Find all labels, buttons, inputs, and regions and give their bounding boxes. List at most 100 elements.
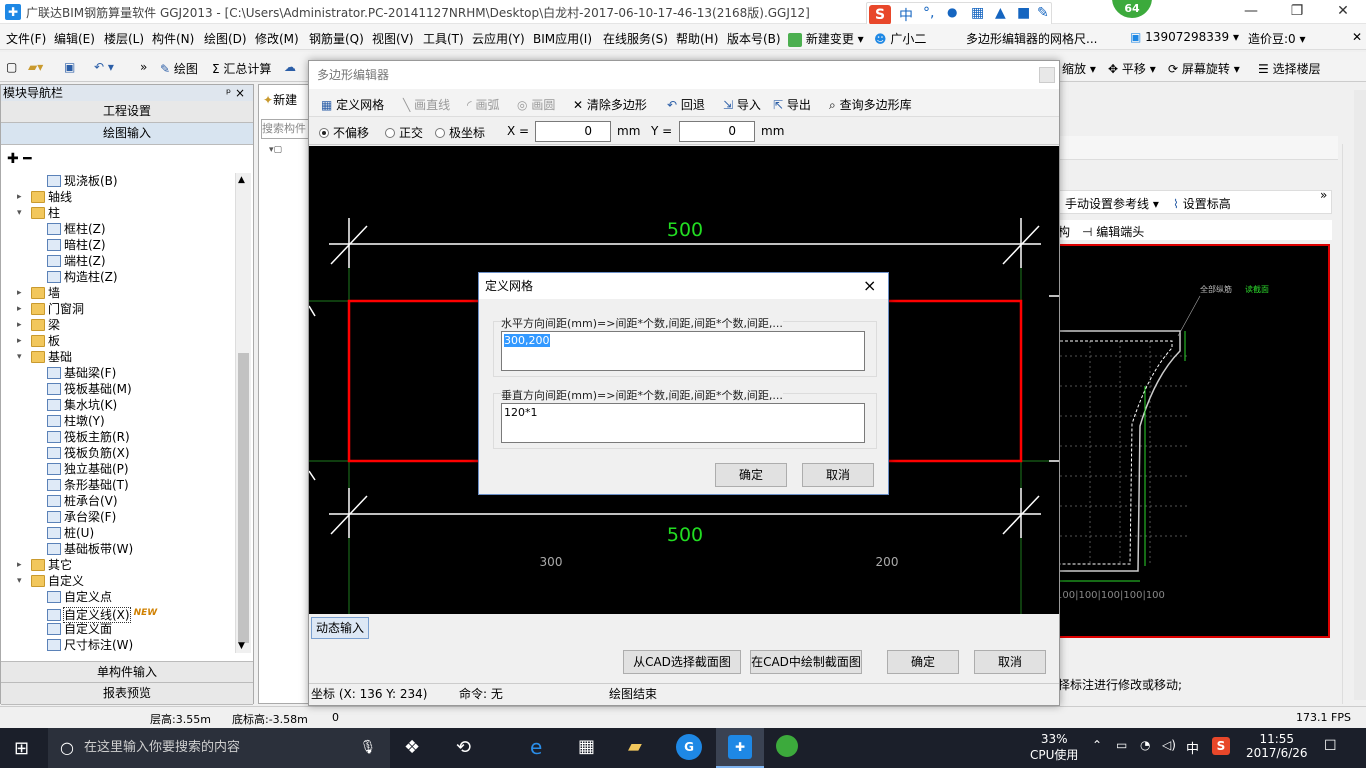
rotate-button[interactable]: ⟳ 屏幕旋转 ▾	[1168, 60, 1240, 77]
tree-item[interactable]: 自定义面	[47, 621, 112, 637]
draw-circle-button[interactable]: ◎ 画圆	[517, 96, 555, 113]
far-right-scrollbar[interactable]	[1354, 90, 1366, 700]
tree-item[interactable]: 自定义点	[47, 589, 112, 605]
expander-icon[interactable]: ▸	[17, 557, 22, 573]
wifi-icon[interactable]: ◔	[1140, 738, 1150, 752]
menu-version[interactable]: 版本号(B)	[727, 30, 781, 47]
component-search-input[interactable]: 搜索构件	[261, 119, 315, 139]
tree-item[interactable]: 桩(U)	[47, 525, 94, 541]
tree-item[interactable]: 基础梁(F)	[47, 365, 116, 381]
taskbar-search-input[interactable]: ○ 在这里输入你要搜索的内容 🎙	[48, 728, 390, 768]
maximize-button[interactable]: ❐	[1274, 0, 1320, 24]
edge-browser-icon[interactable]: e	[530, 735, 542, 759]
tree-item[interactable]: ▸ 墙	[17, 285, 60, 301]
tree-item[interactable]: ▸ 板	[17, 333, 60, 349]
manual-ref-button[interactable]: 手动设置参考线 ▾	[1065, 195, 1159, 212]
tree-item[interactable]: ▸ 门窗洞	[17, 301, 84, 317]
toolbar-overflow-icon[interactable]: »	[140, 60, 147, 74]
tree-item[interactable]: 独立基础(P)	[47, 461, 129, 477]
expander-icon[interactable]: ▾	[17, 205, 22, 221]
tree-item[interactable]: 筏板负筋(X)	[47, 445, 130, 461]
menu-modify[interactable]: 修改(M)	[255, 30, 299, 47]
menu-view[interactable]: 视图(V)	[372, 30, 414, 47]
menu-help[interactable]: 帮助(H)	[676, 30, 718, 47]
tree-scrollbar[interactable]: ▲ ▼	[235, 173, 251, 653]
tray-arrow-icon[interactable]: ⌃	[1092, 738, 1102, 752]
windows-start-icon[interactable]: ⊞	[14, 738, 29, 759]
draw-in-cad-button[interactable]: 在CAD中绘制截面图	[750, 650, 862, 674]
polygon-editor-close-button[interactable]	[1039, 67, 1055, 83]
store-icon[interactable]: ▦	[578, 736, 595, 757]
tab-single-component[interactable]: 单构件输入	[1, 661, 253, 683]
menu-component[interactable]: 构件(N)	[152, 30, 194, 47]
draw-arc-button[interactable]: ◜ 画弧	[467, 96, 500, 113]
minimize-button[interactable]: —	[1228, 0, 1274, 24]
taskbar-ime[interactable]: 中	[1186, 738, 1199, 757]
volume-icon[interactable]: ◁)	[1162, 738, 1176, 752]
dialog-cancel-button[interactable]: 取消	[802, 463, 874, 487]
cloud-icon[interactable]: ☁	[284, 60, 296, 74]
menu-cloud[interactable]: 云应用(Y)	[472, 30, 525, 47]
menu-bim[interactable]: BIM应用(I)	[533, 30, 592, 47]
close-button[interactable]: ✕	[1320, 0, 1366, 24]
network-icon[interactable]: ▭	[1116, 738, 1127, 752]
undo-icon[interactable]: ↶ ▾	[94, 60, 114, 74]
edit-end-button[interactable]: ⊣ 编辑端头	[1082, 223, 1144, 240]
expander-icon[interactable]: ▾	[17, 349, 22, 365]
horizontal-spacing-input[interactable]: 300,200	[501, 331, 865, 371]
dynamic-input-toggle[interactable]: 动态输入	[311, 617, 369, 639]
dialog-ok-button[interactable]: 确定	[715, 463, 787, 487]
ime-skin-icon[interactable]: ■	[1017, 5, 1030, 21]
ime-mode[interactable]: 中	[899, 5, 913, 25]
select-from-cad-button[interactable]: 从CAD选择截面图	[623, 650, 741, 674]
tree-item[interactable]: ▾ 基础	[17, 349, 72, 365]
export-button[interactable]: ⇱ 导出	[773, 96, 811, 113]
undo-step-button[interactable]: ↶ 回退	[667, 96, 705, 113]
tree-item[interactable]: 条形基础(T)	[47, 477, 129, 493]
draw-button[interactable]: ✎ 绘图	[160, 60, 198, 77]
sum-calc-button[interactable]: Σ 汇总计算	[212, 60, 271, 77]
tree-item[interactable]: ▸ 梁	[17, 317, 60, 333]
radio-no-offset[interactable]: 不偏移	[319, 124, 369, 141]
assistant-button[interactable]: ☻ 广小二	[874, 30, 926, 47]
expander-icon[interactable]: ▸	[17, 333, 22, 349]
editor-cancel-button[interactable]: 取消	[974, 650, 1046, 674]
tree-item[interactable]: 筏板主筋(R)	[47, 429, 130, 445]
set-elevation-button[interactable]: ⌇ 设置标高	[1173, 195, 1231, 212]
ime-tools-icon[interactable]: ✎	[1037, 5, 1049, 21]
pan-button[interactable]: ✥ 平移 ▾	[1108, 60, 1156, 77]
tree-item[interactable]: ▸ 其它	[17, 557, 72, 573]
tree-item[interactable]: ▾ 自定义	[17, 573, 84, 589]
expander-icon[interactable]: ▸	[17, 189, 22, 205]
menu-draw[interactable]: 绘图(D)	[204, 30, 247, 47]
new-component-button[interactable]: ✦新建	[263, 91, 297, 108]
tree-item[interactable]: 端柱(Z)	[47, 253, 106, 269]
app-green-icon[interactable]	[776, 735, 798, 757]
menu-floor[interactable]: 楼层(L)	[104, 30, 144, 47]
price-bean-label[interactable]: 造价豆:0 ▾	[1248, 30, 1306, 47]
vertical-spacing-input[interactable]: 120*1	[501, 403, 865, 443]
sogou-tray-icon[interactable]: S	[1212, 737, 1230, 755]
menu-edit[interactable]: 编辑(E)	[54, 30, 95, 47]
x-offset-input[interactable]: 0	[535, 121, 611, 142]
expander-icon[interactable]: ▸	[17, 301, 22, 317]
import-button[interactable]: ⇲ 导入	[723, 96, 761, 113]
tree-item[interactable]: 基础板带(W)	[47, 541, 133, 557]
tree-item[interactable]: 尺寸标注(W)	[47, 637, 133, 653]
overflow-icon[interactable]: »	[1320, 188, 1327, 202]
tree-item[interactable]: 现浇板(B)	[47, 173, 118, 189]
ime-voice-icon[interactable]: ●	[947, 5, 957, 19]
new-file-icon[interactable]: ▢	[6, 60, 17, 74]
active-app-tab[interactable]: ✚	[716, 728, 764, 768]
clock[interactable]: 11:55 2017/6/26	[1246, 732, 1308, 760]
query-polygon-lib-button[interactable]: ⌕ 查询多边形库	[829, 96, 912, 113]
dialog-close-button[interactable]: ×	[863, 276, 876, 295]
expander-icon[interactable]: ▸	[17, 317, 22, 333]
y-offset-input[interactable]: 0	[679, 121, 755, 142]
expand-all-icon[interactable]: ✚ ━	[7, 151, 32, 167]
new-change-button[interactable]: 新建变更 ▾	[788, 30, 864, 47]
select-floor-button[interactable]: ☰ 选择楼层	[1258, 60, 1321, 77]
menu-rebar-qty[interactable]: 钢筋量(Q)	[309, 30, 364, 47]
tree-item[interactable]: 承台梁(F)	[47, 509, 116, 525]
ime-user-icon[interactable]: ▲	[995, 5, 1006, 21]
